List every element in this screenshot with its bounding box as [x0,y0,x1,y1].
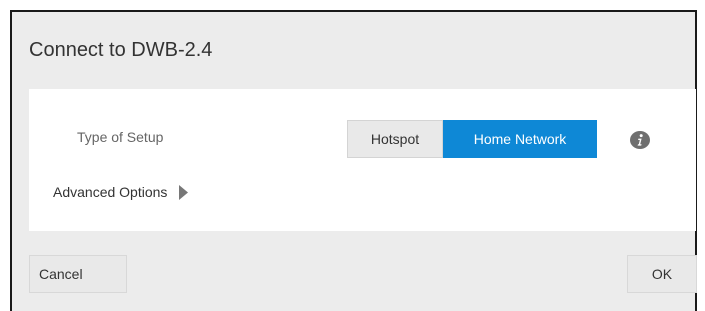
advanced-options-label: Advanced Options [53,184,168,200]
advanced-options-toggle[interactable]: Advanced Options [53,183,189,201]
hotspot-option-button[interactable]: Hotspot [347,120,443,158]
setup-panel: Type of Setup Hotspot Home Network Advan… [29,89,696,231]
chevron-right-icon [179,184,189,200]
info-icon[interactable] [630,131,650,149]
dialog-title: Connect to DWB-2.4 [29,39,213,61]
type-of-setup-label: Type of Setup [77,129,164,145]
home-network-option-button[interactable]: Home Network [443,120,597,158]
cancel-button[interactable]: Cancel [29,255,127,293]
setup-type-toggle: Hotspot Home Network [347,120,597,158]
ok-button[interactable]: OK [627,255,697,293]
connect-dialog: Connect to DWB-2.4 Type of Setup Hotspot… [10,10,697,311]
